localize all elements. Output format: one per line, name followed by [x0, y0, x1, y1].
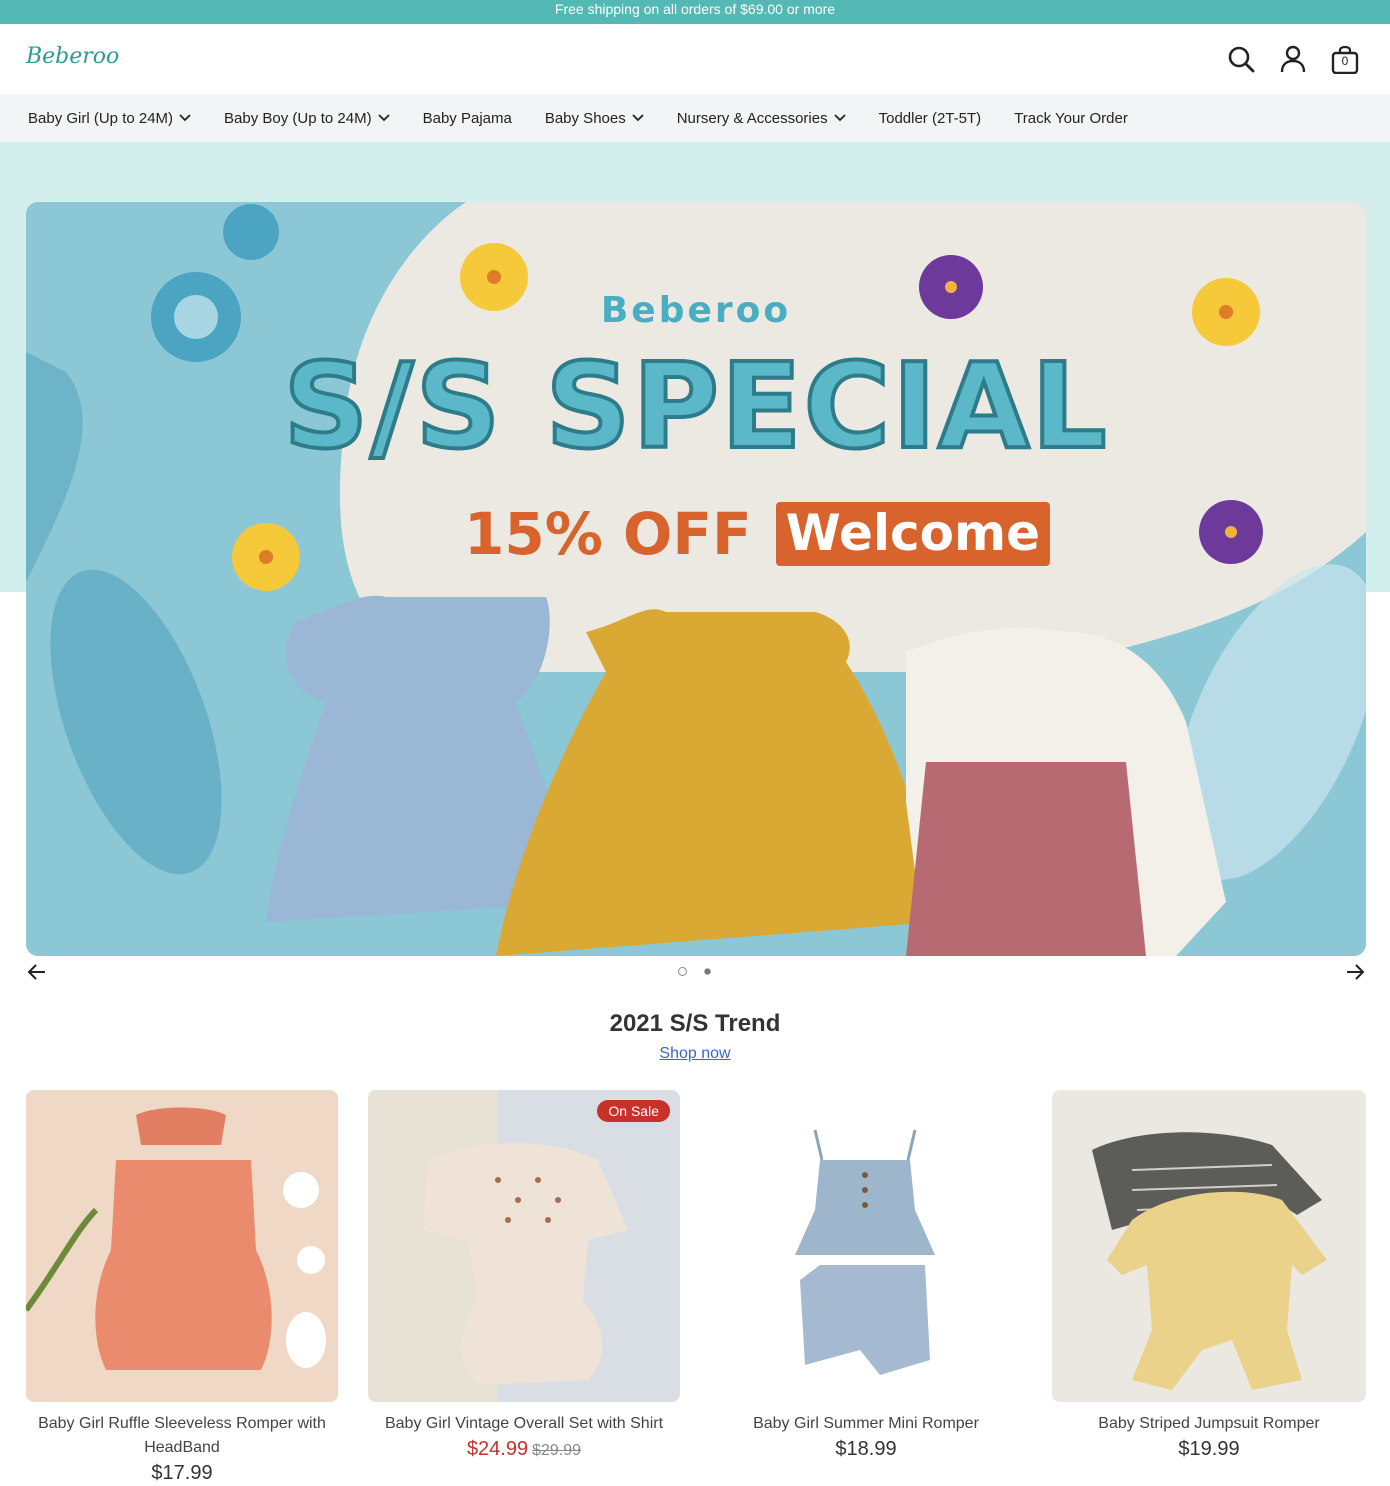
hero-offer: 15% OFF Welcome — [464, 500, 1050, 568]
product-name[interactable]: Baby Girl Vintage Overall Set with Shirt — [368, 1412, 680, 1436]
site-header: Beberoo 0 — [0, 24, 1390, 94]
arrow-left-icon[interactable] — [26, 962, 48, 982]
nav-item-toddler[interactable]: Toddler (2T-5T) — [879, 110, 982, 127]
cart-icon[interactable]: 0 — [1330, 44, 1360, 74]
nav-item-baby-girl[interactable]: Baby Girl (Up to 24M) — [28, 110, 191, 127]
compare-price: $29.99 — [532, 1442, 582, 1459]
product-price: $17.99 — [151, 1462, 213, 1484]
nav-label: Track Your Order — [1014, 109, 1128, 127]
site-logo[interactable]: Beberoo — [26, 44, 119, 69]
product-name[interactable]: Baby Girl Ruffle Sleeveless Romper with … — [26, 1412, 338, 1460]
sale-badge: On Sale — [597, 1100, 670, 1122]
slider-dot-1[interactable] — [678, 967, 687, 976]
announcement-bar: Free shipping on all orders of $69.00 or… — [0, 0, 1390, 24]
product-name[interactable]: Baby Striped Jumpsuit Romper — [1052, 1412, 1366, 1436]
nav-item-baby-pajama[interactable]: Baby Pajama — [423, 110, 512, 127]
account-icon[interactable] — [1278, 44, 1308, 74]
hero-code: Welcome — [775, 502, 1050, 566]
hero-brand: Beberoo — [600, 290, 792, 331]
arrow-right-icon[interactable] — [1344, 962, 1366, 982]
nav-item-baby-boy[interactable]: Baby Boy (Up to 24M) — [224, 110, 390, 127]
product-image[interactable] — [26, 1090, 338, 1402]
hero-banner[interactable]: Beberoo S/S SPECIAL 15% OFF Welcome — [26, 202, 1366, 956]
product-card[interactable]: Baby Striped Jumpsuit Romper $19.99 — [1052, 1090, 1366, 1486]
cart-count: 0 — [1341, 54, 1349, 68]
chevron-down-icon — [833, 114, 846, 122]
nav-label: Baby Girl (Up to 24M) — [28, 109, 174, 127]
chevron-down-icon — [632, 114, 644, 122]
product-image[interactable] — [710, 1090, 1022, 1402]
product-image[interactable]: On Sale — [368, 1090, 680, 1402]
nav-item-nursery[interactable]: Nursery & Accessories — [677, 110, 846, 127]
product-name[interactable]: Baby Girl Summer Mini Romper — [710, 1412, 1022, 1436]
slider-dot-2[interactable] — [704, 968, 711, 975]
product-card[interactable]: On Sale Baby Girl Vintage Overall Set wi… — [368, 1090, 680, 1486]
chevron-down-icon — [179, 114, 191, 122]
hero-title: S/S SPECIAL — [281, 335, 1109, 477]
sale-price: $24.99 — [466, 1438, 529, 1460]
header-icons: 0 — [1226, 44, 1360, 74]
nav-label: Toddler (2T-5T) — [878, 109, 982, 127]
chevron-down-icon — [377, 114, 390, 122]
search-icon[interactable] — [1226, 44, 1256, 74]
slider-controls — [26, 962, 1366, 982]
product-image[interactable] — [1052, 1090, 1366, 1402]
nav-item-baby-shoes[interactable]: Baby Shoes — [545, 110, 644, 127]
shop-now-link[interactable]: Shop now — [0, 1045, 1390, 1063]
product-grid: Baby Girl Ruffle Sleeveless Romper with … — [26, 1090, 1366, 1486]
product-card[interactable]: Baby Girl Ruffle Sleeveless Romper with … — [26, 1090, 338, 1486]
slider-dots — [678, 967, 712, 976]
nav-label: Baby Shoes — [544, 109, 626, 127]
hero-discount: 15% OFF — [464, 500, 752, 568]
product-price: $19.99 — [1178, 1438, 1240, 1460]
main-nav: Baby Girl (Up to 24M) Baby Boy (Up to 24… — [0, 94, 1390, 142]
nav-label: Baby Pajama — [422, 109, 512, 127]
section-title: 2021 S/S Trend — [609, 1010, 781, 1037]
nav-label: Baby Boy (Up to 24M) — [224, 109, 372, 127]
shop-now-label: Shop now — [659, 1045, 731, 1062]
nav-label: Nursery & Accessories — [676, 109, 828, 127]
product-card[interactable]: Baby Girl Summer Mini Romper $18.99 — [710, 1090, 1022, 1486]
product-price: $18.99 — [835, 1438, 897, 1460]
nav-item-track-order[interactable]: Track Your Order — [1014, 110, 1128, 127]
announcement-text: Free shipping on all orders of $69.00 or… — [554, 1, 836, 17]
product-price: $24.99 $29.99 — [368, 1436, 680, 1464]
